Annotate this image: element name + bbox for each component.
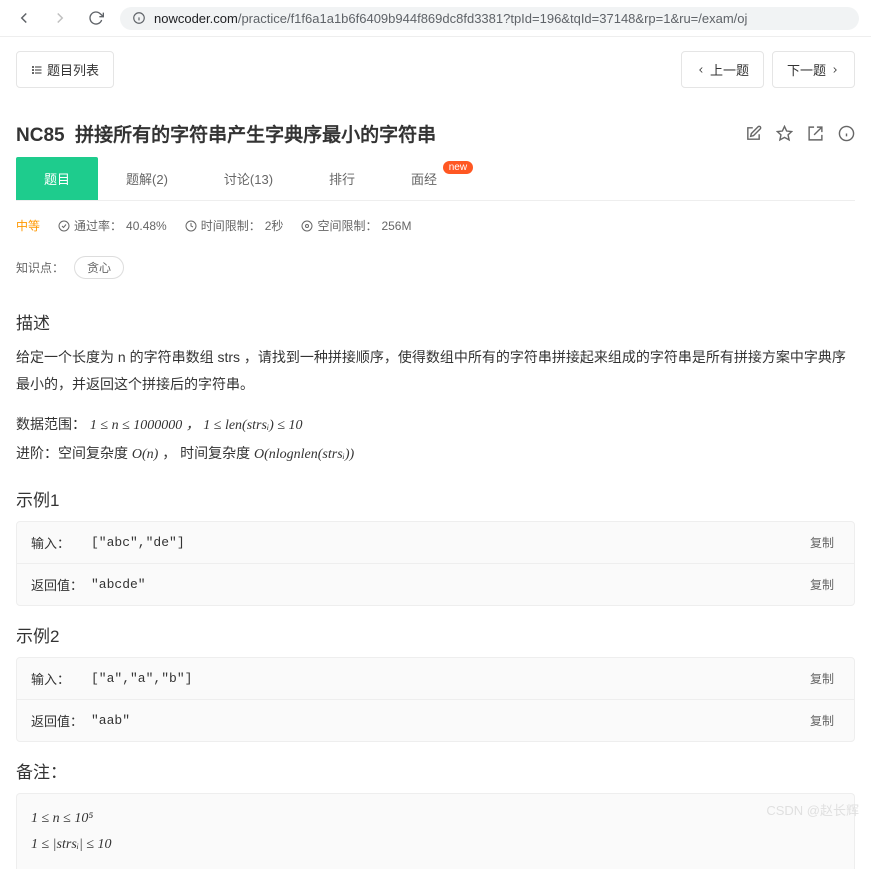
- list-icon: [31, 64, 43, 76]
- url-bar[interactable]: nowcoder.com/practice/f1f6a1a1b6f6409b94…: [120, 7, 859, 30]
- tab-rank[interactable]: 排行: [301, 157, 383, 200]
- example2-title: 示例2: [16, 622, 855, 647]
- chevron-right-icon: [830, 65, 840, 75]
- meta-row: 中等 通过率：40.48% 时间限制：2秒 空间限制：256M: [16, 201, 855, 250]
- time-limit: 时间限制：2秒: [185, 217, 284, 234]
- desc-title: 描述: [16, 309, 855, 334]
- next-label: 下一题: [787, 60, 826, 79]
- space-limit: 空间限制：256M: [301, 217, 411, 234]
- site-info-icon: [132, 11, 146, 25]
- example1-box: 输入： ["abc","de"] 复制 返回值： "abcde" 复制: [16, 521, 855, 606]
- tab-solution[interactable]: 题解(2): [98, 157, 196, 200]
- title-actions: [745, 125, 855, 142]
- example2-box: 输入： ["a","a","b"] 复制 返回值： "aab" 复制: [16, 657, 855, 742]
- example1-return-row: 返回值： "abcde" 复制: [17, 563, 854, 605]
- tabs: 题目 题解(2) 讨论(13) 排行 面经 new: [16, 157, 855, 201]
- share-icon[interactable]: [807, 125, 824, 142]
- problem-list-button[interactable]: 题目列表: [16, 51, 114, 88]
- example1-return: "abcde": [91, 577, 804, 592]
- example2-return: "aab": [91, 713, 804, 728]
- knowledge-row: 知识点： 贪心: [16, 250, 855, 297]
- desc-body: 给定一个长度为 n 的字符串数组 strs ，请找到一种拼接顺序，使得数组中所有…: [16, 344, 855, 397]
- example2-input: ["a","a","b"]: [91, 671, 804, 686]
- example1-input: ["abc","de"]: [91, 535, 804, 550]
- title-row: NC85 拼接所有的字符串产生字典序最小的字符串: [16, 102, 855, 157]
- example2-input-row: 输入： ["a","a","b"] 复制: [17, 658, 854, 699]
- example2-return-row: 返回值： "aab" 复制: [17, 699, 854, 741]
- forward-button[interactable]: [48, 6, 72, 30]
- tab-experience[interactable]: 面经 new: [383, 157, 465, 200]
- star-icon[interactable]: [776, 125, 793, 142]
- clock-icon: [185, 220, 197, 232]
- difficulty-tag: 中等: [16, 217, 40, 234]
- copy-button[interactable]: 复制: [804, 668, 840, 689]
- copy-button[interactable]: 复制: [804, 532, 840, 553]
- topbar: 题目列表 上一题 下一题: [0, 37, 871, 102]
- tab-problem[interactable]: 题目: [16, 157, 98, 200]
- new-badge: new: [443, 161, 473, 174]
- info-icon[interactable]: [838, 125, 855, 142]
- content: NC85 拼接所有的字符串产生字典序最小的字符串 题目 题解(2) 讨论(13)…: [0, 102, 871, 889]
- check-circle-icon: [58, 220, 70, 232]
- problem-title: NC85 拼接所有的字符串产生字典序最小的字符串: [16, 120, 436, 147]
- example1-input-row: 输入： ["abc","de"] 复制: [17, 522, 854, 563]
- next-problem-button[interactable]: 下一题: [772, 51, 855, 88]
- copy-button[interactable]: 复制: [804, 574, 840, 595]
- browser-bar: nowcoder.com/practice/f1f6a1a1b6f6409b94…: [0, 0, 871, 37]
- copy-button[interactable]: 复制: [804, 710, 840, 731]
- url-path: /practice/f1f6a1a1b6f6409b944f869dc8fd33…: [238, 11, 748, 26]
- problem-list-label: 题目列表: [47, 60, 99, 79]
- prev-label: 上一题: [710, 60, 749, 79]
- remark-line2: 1 ≤ |strsᵢ| ≤ 10: [31, 832, 840, 857]
- remark-title: 备注：: [16, 758, 855, 783]
- pass-rate: 通过率：40.48%: [58, 217, 167, 234]
- prev-problem-button[interactable]: 上一题: [681, 51, 764, 88]
- space-icon: [301, 220, 313, 232]
- data-range: 数据范围： 1 ≤ n ≤ 1000000 ， 1 ≤ len(strsᵢ) ≤…: [16, 411, 855, 468]
- remark-line1: 1 ≤ n ≤ 10⁵: [31, 806, 840, 831]
- chevron-left-icon: [696, 65, 706, 75]
- reload-button[interactable]: [84, 6, 108, 30]
- example1-title: 示例1: [16, 486, 855, 511]
- tab-discuss[interactable]: 讨论(13): [196, 157, 301, 200]
- url-domain: nowcoder.com: [154, 11, 238, 26]
- knowledge-label: 知识点：: [16, 259, 64, 276]
- knowledge-chip[interactable]: 贪心: [74, 256, 124, 279]
- back-button[interactable]: [12, 6, 36, 30]
- edit-icon[interactable]: [745, 125, 762, 142]
- range-math: 1 ≤ n ≤ 1000000 ， 1 ≤ len(strsᵢ) ≤ 10: [90, 418, 303, 433]
- remark-box: 1 ≤ n ≤ 10⁵ 1 ≤ |strsᵢ| ≤ 10: [16, 793, 855, 868]
